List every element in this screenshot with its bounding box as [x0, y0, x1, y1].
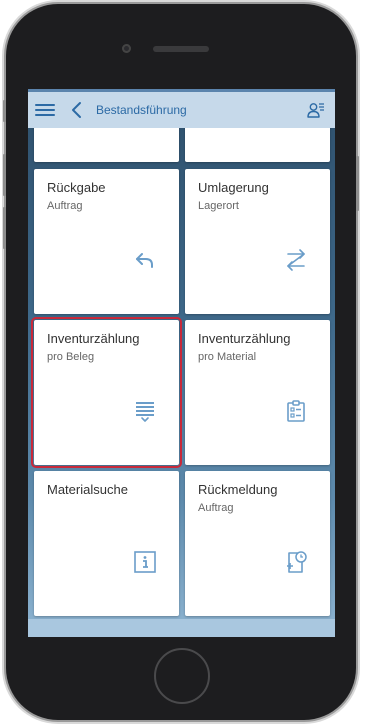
clipboard-checklist-icon	[287, 400, 305, 422]
power-button	[356, 156, 359, 211]
page-title: Bestandsführung	[96, 103, 187, 117]
tile-subtitle: Auftrag	[47, 200, 83, 212]
earpiece-speaker	[153, 46, 209, 52]
info-icon	[134, 551, 156, 573]
back-chevron-icon[interactable]	[69, 100, 85, 120]
mute-switch	[3, 100, 6, 122]
volume-down-button	[3, 207, 6, 249]
tile-title: Inventurzählung	[198, 331, 291, 346]
tile-title: Umlagerung	[198, 180, 269, 195]
tile-umlagerung[interactable]: Umlagerung Lagerort	[185, 169, 330, 314]
tile-inventurzaehlung-beleg[interactable]: Inventurzählung pro Beleg	[31, 317, 182, 468]
document-add-clock-icon	[287, 551, 307, 573]
tile-materialsuche[interactable]: Materialsuche	[34, 471, 179, 616]
tile-subtitle: pro Material	[198, 351, 257, 363]
tile-rueckgabe[interactable]: Rückgabe Auftrag	[34, 169, 179, 314]
shell-header: Bestandsführung	[28, 89, 335, 128]
home-button[interactable]	[154, 648, 210, 704]
tile-subtitle: Auftrag	[198, 502, 234, 514]
tile-rueckmeldung[interactable]: Rückmeldung Auftrag	[185, 471, 330, 616]
tile-title: Inventurzählung	[47, 331, 140, 346]
app-screen: Rückgabe Auftrag Umlagerung Lagerort Inv…	[28, 89, 335, 637]
front-camera	[122, 44, 131, 53]
tile-title: Rückgabe	[47, 180, 106, 195]
tile-title: Materialsuche	[47, 482, 128, 497]
tile-grid: Rückgabe Auftrag Umlagerung Lagerort Inv…	[28, 89, 335, 637]
volume-up-button	[3, 154, 6, 196]
tile-subtitle: pro Beleg	[47, 351, 95, 363]
hamburger-menu-icon[interactable]	[35, 101, 55, 118]
transfer-arrows-icon	[287, 249, 305, 271]
tile-title: Rückmeldung	[198, 482, 278, 497]
tile-inventurzaehlung-material[interactable]: Inventurzählung pro Material	[185, 320, 330, 465]
footer-bar	[28, 619, 335, 637]
user-settings-icon[interactable]	[307, 101, 325, 119]
return-arrow-icon	[136, 253, 153, 268]
list-collapse-icon	[136, 402, 154, 422]
tile-subtitle: Lagerort	[198, 200, 239, 212]
